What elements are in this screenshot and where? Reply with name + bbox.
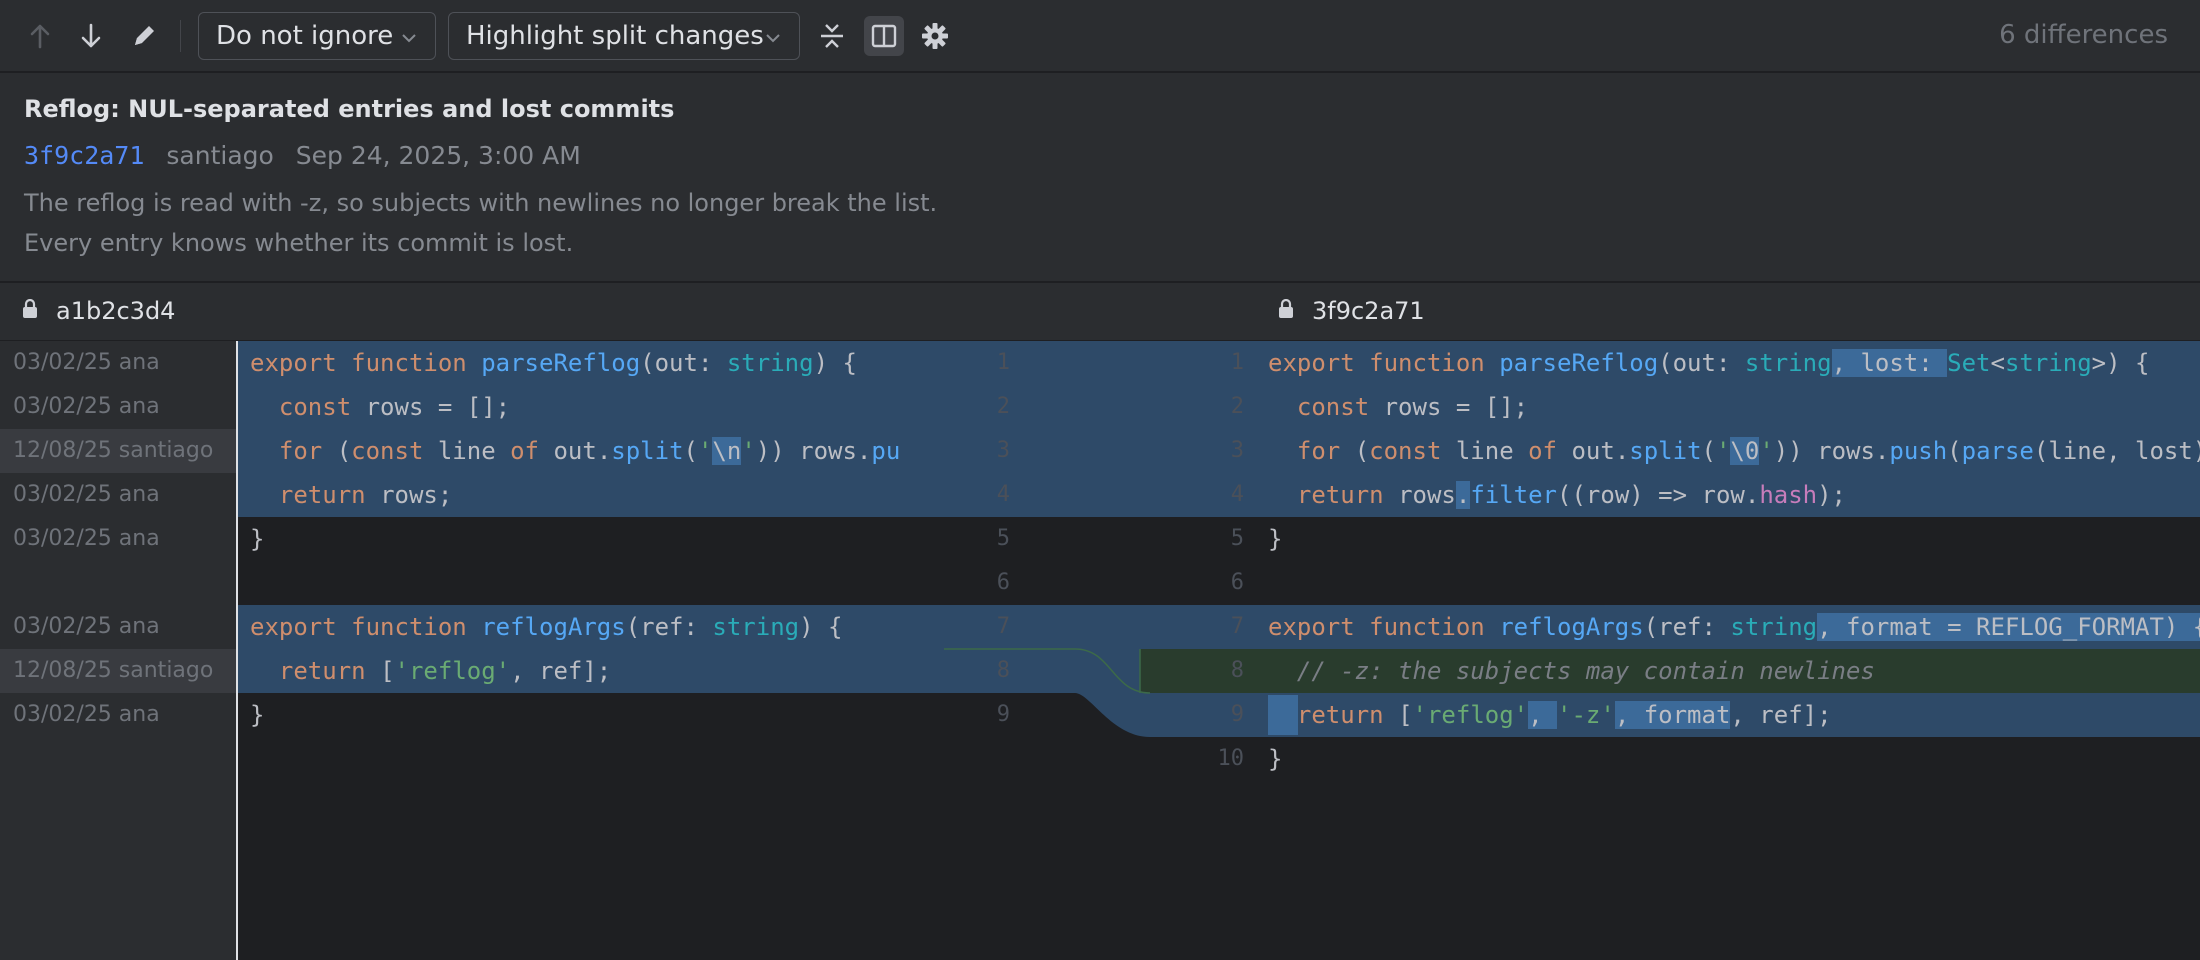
highlight-dropdown-label: Highlight split changes xyxy=(466,21,764,51)
left-code-line[interactable]: return ['reflog', ref]; xyxy=(250,649,944,693)
commit-description-line: Every entry knows whether its commit is … xyxy=(24,229,574,257)
pencil-icon[interactable] xyxy=(124,16,164,56)
arrow-up-icon[interactable] xyxy=(20,16,60,56)
left-code-line[interactable]: } xyxy=(250,517,944,561)
line-number: 3 xyxy=(1230,438,1244,463)
line-number: 6 xyxy=(1230,570,1244,595)
commit-details: Reflog: NUL-separated entries and lost c… xyxy=(0,73,2200,282)
blame-annotation[interactable]: 12/08/25 santiago xyxy=(0,649,236,693)
left-code-line[interactable] xyxy=(250,561,944,605)
gear-icon[interactable] xyxy=(915,16,955,56)
collapse-unchanged-icon[interactable] xyxy=(812,16,852,56)
blame-annotation[interactable]: 03/02/25 ana xyxy=(0,385,236,429)
lock-icon xyxy=(22,297,38,325)
line-number: 8 xyxy=(996,658,1010,683)
left-code-line[interactable]: const rows = []; xyxy=(250,385,944,429)
blame-annotation[interactable]: 03/02/25 ana xyxy=(0,693,236,737)
blame-annotation[interactable] xyxy=(0,561,236,605)
left-code-line[interactable]: for (const line of out.split('\n')) rows… xyxy=(250,429,944,473)
line-number: 1 xyxy=(1230,350,1244,375)
right-file-label: 3f9c2a71 xyxy=(1278,297,1425,325)
blame-gutter: 03/02/25 ana 03/02/25 ana 12/08/25 santiag… xyxy=(0,341,238,960)
arrow-down-icon[interactable] xyxy=(71,16,111,56)
line-number: 10 xyxy=(1217,746,1245,771)
right-code-line[interactable]: export function parseReflog(out: string,… xyxy=(1268,341,2200,385)
left-code-line[interactable]: return rows; xyxy=(250,473,944,517)
right-code-line[interactable]: export function reflogArgs(ref: string, … xyxy=(1268,605,2200,649)
line-number: 7 xyxy=(996,614,1010,639)
differences-count: 6 differences xyxy=(1999,20,2168,50)
file-header-bar: a1b2c3d4 3f9c2a71 xyxy=(0,283,2200,341)
blame-annotation[interactable]: 12/08/25 santiago xyxy=(0,429,236,473)
chevron-down-icon xyxy=(764,21,782,51)
blame-annotation[interactable]: 03/02/25 ana xyxy=(0,605,236,649)
blame-annotation[interactable]: 03/02/25 ana xyxy=(0,517,236,561)
right-code-line[interactable]: const rows = []; xyxy=(1268,385,2200,429)
right-code-line[interactable]: return ['reflog', '-z', format, ref]; xyxy=(1268,693,2200,737)
right-code-line[interactable]: for (const line of out.split('\0')) rows… xyxy=(1268,429,2200,473)
right-code-line[interactable]: // -z: the subjects may contain newlines xyxy=(1268,649,2200,693)
highlight-mode-dropdown[interactable]: Highlight split changes xyxy=(448,12,800,60)
left-code-line[interactable]: export function parseReflog(out: string)… xyxy=(250,341,944,385)
line-number: 8 xyxy=(1230,658,1244,683)
line-number: 9 xyxy=(1230,702,1244,727)
diff-toolbar: Do not ignore Highlight split changes 6 … xyxy=(0,0,2200,72)
lock-icon xyxy=(1278,297,1294,325)
right-code-line[interactable]: } xyxy=(1268,517,2200,561)
chevron-down-icon xyxy=(400,21,418,51)
ignore-dropdown-label: Do not ignore xyxy=(216,21,394,51)
right-code-line[interactable] xyxy=(1268,561,2200,605)
left-code-line[interactable]: } xyxy=(250,693,944,737)
commit-description-line: The reflog is read with -z, so subjects … xyxy=(24,189,938,217)
right-code-line[interactable]: return rows.filter((row) => row.hash); xyxy=(1268,473,2200,517)
line-number: 3 xyxy=(996,438,1010,463)
line-number: 4 xyxy=(996,482,1010,507)
commit-date: Sep 24, 2025, 3:00 AM xyxy=(295,141,581,170)
ignore-whitespace-dropdown[interactable]: Do not ignore xyxy=(198,12,436,60)
line-number: 6 xyxy=(996,570,1010,595)
commit-author: santiago xyxy=(166,141,274,170)
line-number: 7 xyxy=(1230,614,1244,639)
left-code-line[interactable]: export function reflogArgs(ref: string) … xyxy=(250,605,944,649)
right-code-line[interactable]: } xyxy=(1268,737,2200,781)
commit-meta: 3f9c2a71 santiago Sep 24, 2025, 3:00 AM xyxy=(24,141,581,170)
line-number: 9 xyxy=(996,702,1010,727)
left-file-revision: a1b2c3d4 xyxy=(56,297,176,325)
commit-title: Reflog: NUL-separated entries and lost c… xyxy=(24,95,675,123)
line-number: 1 xyxy=(996,350,1010,375)
diff-editor[interactable]: 03/02/25 ana 03/02/25 ana 12/08/25 santiag… xyxy=(0,341,2200,960)
line-number: 5 xyxy=(1230,526,1244,551)
blame-annotation[interactable]: 03/02/25 ana xyxy=(0,341,236,385)
toolbar-separator xyxy=(180,20,181,52)
line-number: 5 xyxy=(996,526,1010,551)
line-number: 2 xyxy=(996,394,1010,419)
right-file-revision: 3f9c2a71 xyxy=(1312,297,1425,325)
side-by-side-icon[interactable] xyxy=(864,16,904,56)
commit-hash-link[interactable]: 3f9c2a71 xyxy=(24,141,144,170)
left-file-label: a1b2c3d4 xyxy=(22,297,175,325)
line-number: 4 xyxy=(1230,482,1244,507)
line-number: 2 xyxy=(1230,394,1244,419)
blame-annotation[interactable]: 03/02/25 ana xyxy=(0,473,236,517)
